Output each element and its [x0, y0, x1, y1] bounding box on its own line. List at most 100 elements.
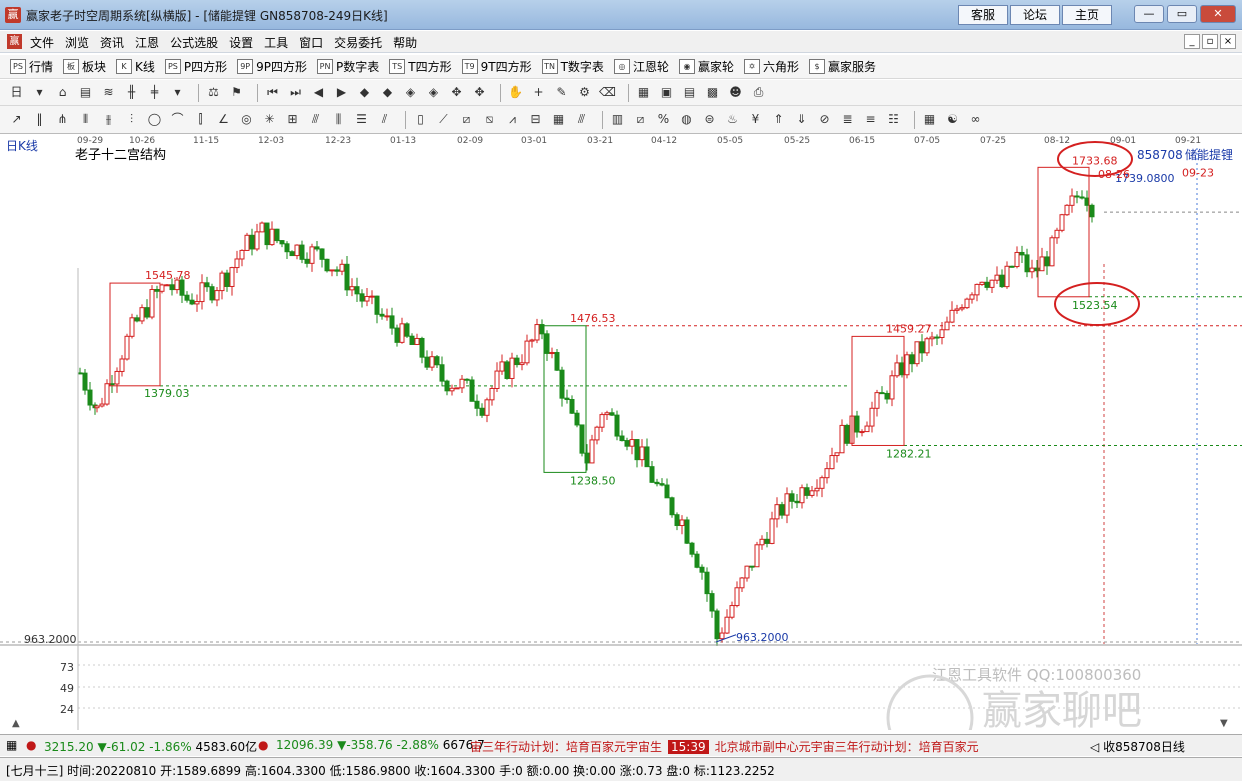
vertical-lines-icon[interactable]: ‖: [31, 111, 48, 128]
percent-box-icon[interactable]: ⊘: [816, 111, 833, 128]
maximize-button[interactable]: ▭: [1167, 5, 1197, 23]
status-grid-icon[interactable]: ▦: [6, 738, 17, 752]
toolbar-t-square[interactable]: TS T四方形: [389, 58, 452, 75]
last-icon[interactable]: ⏭: [287, 84, 304, 101]
scroll-down-icon[interactable]: ▼: [1220, 718, 1228, 729]
scroll-up-icon[interactable]: ▲: [12, 718, 20, 729]
target-icon[interactable]: ◎: [238, 111, 255, 128]
down-diamond-icon[interactable]: ◆: [379, 84, 396, 101]
kline-chart[interactable]: 09-29 10-26 11-15 12-03 12-23 01-13 02-09 03-01…: [0, 134, 1242, 730]
forum-link[interactable]: 论坛: [1010, 5, 1060, 25]
minimize-button[interactable]: —: [1134, 5, 1164, 23]
mdi-close-button[interactable]: ×: [1220, 34, 1236, 49]
money-icon[interactable]: ¥: [747, 111, 764, 128]
gann-fan-icon[interactable]: ⟋: [435, 111, 452, 128]
box-icon[interactable]: ⊞: [284, 111, 301, 128]
cycle-icon[interactable]: ⫴: [77, 111, 94, 128]
toolbar-winner-wheel[interactable]: ◉ 赢家轮: [678, 58, 734, 75]
list-star-icon[interactable]: ≡: [862, 111, 879, 128]
boxes-icon[interactable]: ⊟: [527, 111, 544, 128]
grid-icon[interactable]: ▦: [550, 111, 567, 128]
gold-icon[interactable]: ⊜: [701, 111, 718, 128]
kline-style-icon[interactable]: ╫: [123, 84, 140, 101]
mdi-minimize-button[interactable]: _: [1184, 34, 1200, 49]
news-ticker[interactable]: 宙三年行动计划：培育百家元宇宙生 15:39 北京城市副中心元宇宙三年行动计划：培育…: [470, 738, 1090, 755]
lines-icon[interactable]: ⩘: [504, 111, 521, 128]
fib-time-icon[interactable]: ⫵: [100, 111, 117, 128]
channel-icon[interactable]: ⫿: [192, 111, 209, 128]
fan-icon[interactable]: ⋔: [54, 111, 71, 128]
menu-gann[interactable]: 江恩: [135, 34, 159, 51]
list-icon[interactable]: ▤: [681, 84, 698, 101]
hand-icon[interactable]: ✋: [507, 84, 524, 101]
eraser-icon[interactable]: ⌫: [599, 84, 616, 101]
toolbar-quotes[interactable]: PS 行情: [10, 58, 53, 75]
chevron-down-icon[interactable]: ▾: [169, 84, 186, 101]
wave-icon[interactable]: ⫽: [376, 111, 393, 128]
toolbar-t-number-table[interactable]: TN T数字表: [541, 58, 604, 75]
expand-icon[interactable]: ✥: [448, 84, 465, 101]
menu-app-icon[interactable]: 赢: [7, 34, 22, 49]
calendar-icon[interactable]: ▦: [635, 84, 652, 101]
f10-icon[interactable]: ▤: [77, 84, 94, 101]
homepage-link[interactable]: 主页: [1062, 5, 1112, 25]
toolbar-9p-square[interactable]: 9P 9P四方形: [237, 58, 307, 75]
layout-icon[interactable]: ▦: [921, 111, 938, 128]
toolbar-p-square[interactable]: PS P四方形: [164, 58, 227, 75]
arc-icon[interactable]: ⌒: [169, 111, 186, 128]
bars-icon[interactable]: ⫼: [330, 111, 347, 128]
period-select[interactable]: 日: [8, 84, 25, 101]
menu-window[interactable]: 窗口: [299, 34, 323, 51]
menu-browse[interactable]: 浏览: [65, 34, 89, 51]
save-icon[interactable]: ▩: [704, 84, 721, 101]
chevron-down-icon[interactable]: ▾: [31, 84, 48, 101]
coin-icon[interactable]: ◍: [678, 111, 695, 128]
trend-icon[interactable]: ≋: [100, 84, 117, 101]
toolbar-gann-wheel[interactable]: ◎ 江恩轮: [613, 58, 669, 75]
toolbar-sectors[interactable]: 板板块: [63, 58, 106, 75]
close-button[interactable]: ✕: [1200, 5, 1236, 23]
zoom-out-icon[interactable]: ◈: [425, 84, 442, 101]
draw-line-icon[interactable]: ↗: [8, 111, 25, 128]
rays-icon[interactable]: ⫻: [573, 111, 590, 128]
shrink-icon[interactable]: ✥: [471, 84, 488, 101]
menu-formula[interactable]: 公式选股: [170, 34, 218, 51]
parallel-icon[interactable]: ⫻: [307, 111, 324, 128]
flag-icon[interactable]: ⚑: [228, 84, 245, 101]
sound-icon[interactable]: ◁: [1090, 740, 1099, 754]
menu-news[interactable]: 资讯: [100, 34, 124, 51]
chart-icon[interactable]: ⌂: [54, 84, 71, 101]
first-icon[interactable]: ⏮: [264, 84, 281, 101]
crosshair-icon[interactable]: +: [530, 84, 547, 101]
mdi-restore-button[interactable]: ▫: [1202, 34, 1218, 49]
customer-service-link[interactable]: 客服: [958, 5, 1008, 25]
shenzhen-index[interactable]: 12096.39 ▼-358.76 -2.88% 6676.7: [276, 738, 485, 752]
candle-icon[interactable]: ╪: [146, 84, 163, 101]
list-edit-icon[interactable]: ☷: [885, 111, 902, 128]
gann-square-icon[interactable]: ⧅: [481, 111, 498, 128]
menu-settings[interactable]: 设置: [229, 34, 253, 51]
money-down-icon[interactable]: ⇓: [793, 111, 810, 128]
calculator-icon[interactable]: ▣: [658, 84, 675, 101]
menu-help[interactable]: 帮助: [393, 34, 417, 51]
table-icon[interactable]: ▥: [609, 111, 626, 128]
toolbar-9t-square[interactable]: T9 9T四方形: [461, 58, 532, 75]
shanghai-index[interactable]: 3215.20 ▼-61.02 -1.86% 4583.60亿: [44, 738, 257, 755]
toolbar-hexagon[interactable]: ✡ 六角形: [743, 58, 799, 75]
toolbar-kline[interactable]: K K线: [116, 58, 155, 75]
gann-box-icon[interactable]: ⧄: [458, 111, 475, 128]
list-pen-icon[interactable]: ≣: [839, 111, 856, 128]
menu-trade[interactable]: 交易委托: [334, 34, 382, 51]
zoom-in-icon[interactable]: ◈: [402, 84, 419, 101]
circle-icon[interactable]: ◯: [146, 111, 163, 128]
print-icon[interactable]: ⎙: [750, 84, 767, 101]
fire-icon[interactable]: ♨: [724, 111, 741, 128]
angle-icon[interactable]: ∠: [215, 111, 232, 128]
pen-icon[interactable]: ✎: [553, 84, 570, 101]
percent-icon[interactable]: %: [655, 111, 672, 128]
money-up-icon[interactable]: ⇑: [770, 111, 787, 128]
yin-yang-icon[interactable]: ☯: [944, 111, 961, 128]
rect-icon[interactable]: ▯: [412, 111, 429, 128]
link-icon[interactable]: ⚙: [576, 84, 593, 101]
right-icon[interactable]: ▶: [333, 84, 350, 101]
